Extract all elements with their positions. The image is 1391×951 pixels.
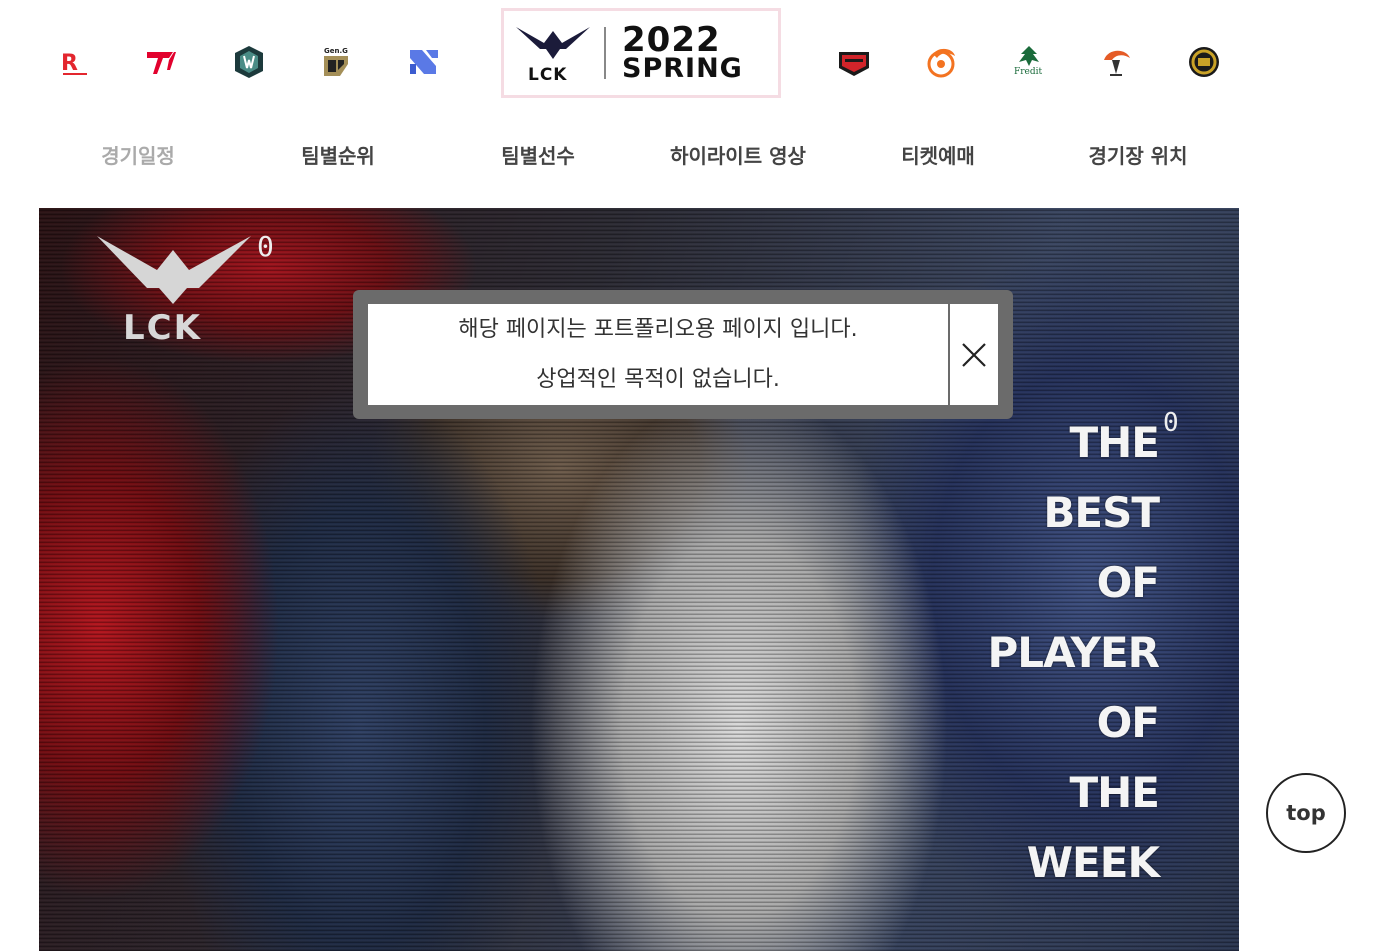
notice-line-1: 해당 페이지는 포트폴리오용 페이지 입니다. [458,316,858,342]
tagline-line: THE [1069,418,1161,467]
page: R Gen.G LCK 2022 SPRING Fredit 경기일정 팀별순위… [0,0,1391,951]
fredit-brion-logo-icon[interactable]: Fredit [1009,42,1049,82]
tagline-line: BEST [1043,488,1160,537]
close-icon [962,342,986,367]
tagline-line: THE [1069,768,1161,817]
kwangdong-freecs-logo-icon[interactable] [1096,42,1136,82]
nav-item-stadium[interactable]: 경기장 위치 [1038,138,1238,174]
svg-text:Gen.G: Gen.G [324,47,348,55]
team-logo-row: R Gen.G LCK 2022 SPRING Fredit [0,0,1391,110]
notice-body: 해당 페이지는 포트폴리오용 페이지 입니다. 상업적인 목적이 없습니다. [368,304,998,405]
tagline-line: OF [1096,698,1160,747]
t1-logo-icon[interactable] [141,42,181,82]
lck-logo-text: LCK [528,65,568,85]
liiv-sandbox-logo-icon[interactable] [1184,42,1224,82]
tagline-line: PLAYER [987,628,1160,677]
season-name: SPRING [622,53,743,85]
nav-item-highlights[interactable]: 하이라이트 영상 [638,138,838,174]
logo-divider [604,27,606,79]
hanwha-life-logo-icon[interactable] [921,42,961,82]
lck-logo-icon: LCK [504,11,604,95]
nav-item-schedule[interactable]: 경기일정 [38,138,238,174]
main-nav: 경기일정 팀별순위 팀별선수 하이라이트 영상 티켓예매 경기장 위치 [0,138,1391,174]
hero-lck-logo: LCK [95,232,255,352]
kt-rolster-logo-icon[interactable]: R [55,42,95,82]
dwg-kia-logo-icon[interactable] [229,42,269,82]
nav-item-tickets[interactable]: 티켓예매 [838,138,1038,174]
hero-lck-text: LCK [123,308,202,348]
nav-item-standings[interactable]: 팀별순위 [238,138,438,174]
lck-wing-icon [97,236,251,304]
player-of-the-week-tagline: THE BEST OF PLAYER OF THE WEEK [987,408,1161,898]
nav-item-players[interactable]: 팀별선수 [438,138,638,174]
notice-line-2: 상업적인 목적이 없습니다. [536,366,780,392]
season-year: 2022 [622,20,721,61]
tagline-line: OF [1096,558,1160,607]
scroll-to-top-button[interactable]: top [1266,773,1346,853]
gen-g-logo-icon[interactable]: Gen.G [316,42,356,82]
lck-2022-spring-logo[interactable]: LCK 2022 SPRING [501,8,781,98]
tagline-line: WEEK [1026,838,1160,887]
svg-text:Fredit: Fredit [1014,67,1043,77]
notice-message: 해당 페이지는 포트폴리오용 페이지 입니다. 상업적인 목적이 없습니다. [368,304,948,405]
svg-text:R: R [61,51,78,76]
tagline-counter: 0 [1163,408,1179,438]
season-label: 2022 SPRING [622,20,743,85]
notice-close-button[interactable] [948,304,998,405]
portfolio-notice-popup: 해당 페이지는 포트폴리오용 페이지 입니다. 상업적인 목적이 없습니다. [353,290,1013,419]
nongshim-redforce-logo-icon[interactable] [834,42,874,82]
hero-counter: 0 [257,230,274,263]
drx-logo-icon[interactable] [404,42,444,82]
